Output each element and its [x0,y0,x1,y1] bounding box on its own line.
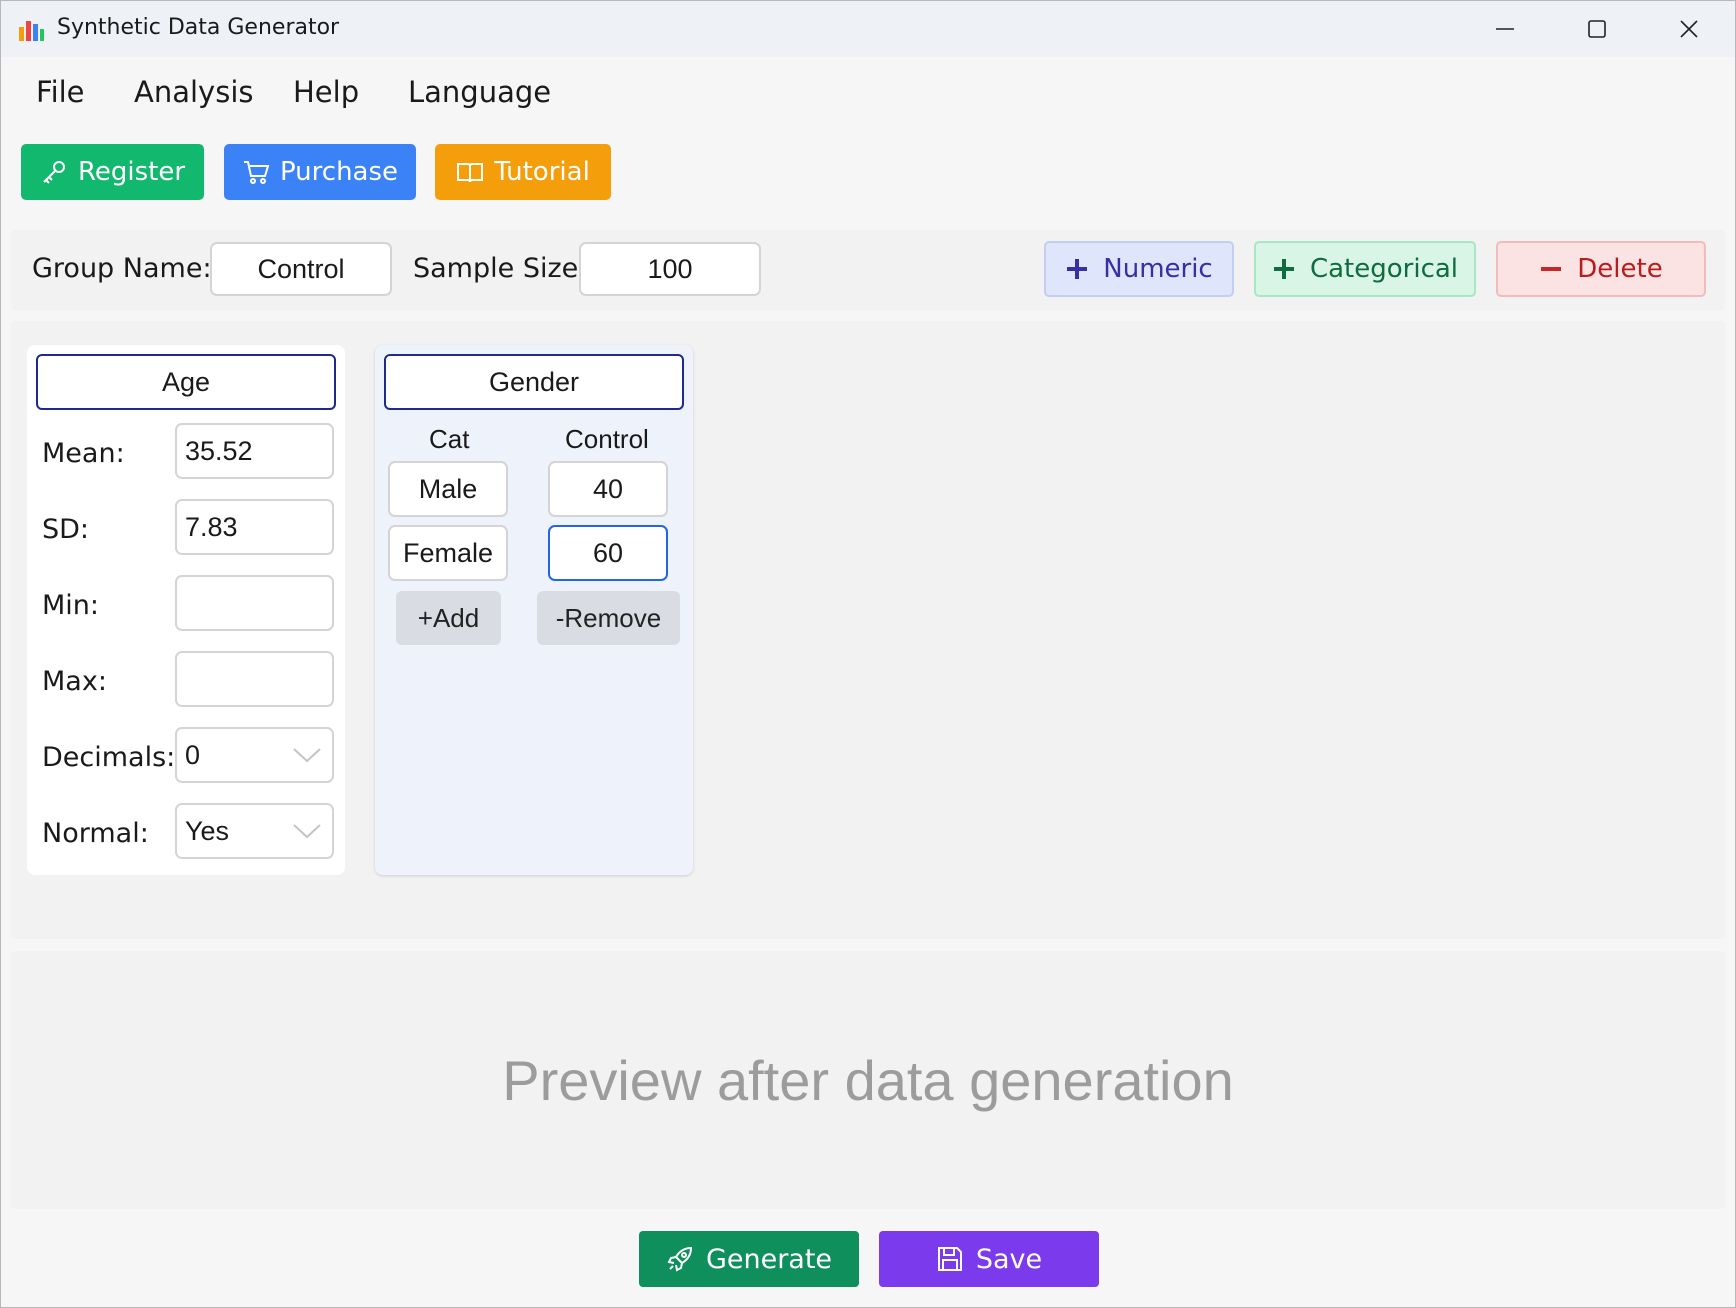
minimize-button[interactable] [1459,1,1551,57]
variable-name-input[interactable]: Age [36,354,336,410]
group-name-label: Group Name: [32,253,212,284]
mean-input[interactable]: 35.52 [175,423,334,479]
generate-label: Generate [705,1243,833,1275]
category-input[interactable]: Male [388,461,508,517]
maximize-button[interactable] [1551,1,1643,57]
sd-input[interactable]: 7.83 [175,499,334,555]
menu-bar: File Analysis Help Language [1,57,1735,127]
category-column-header: Cat [429,424,470,454]
menu-help[interactable]: Help [293,75,359,109]
sd-label: SD: [42,514,90,545]
add-numeric-label: Numeric [1103,254,1213,284]
generate-button[interactable]: Generate [639,1231,859,1287]
register-button[interactable]: Register [21,144,204,200]
purchase-button[interactable]: Purchase [224,144,416,200]
menu-file[interactable]: File [36,75,85,109]
chevron-down-icon [293,748,321,763]
key-icon [43,161,65,184]
decimals-label: Decimals: [42,742,176,773]
normal-value: Yes [185,815,230,846]
title-bar: Synthetic Data Generator [1,1,1735,57]
add-numeric-button[interactable]: Numeric [1044,241,1234,297]
delete-button[interactable]: Delete [1496,241,1706,297]
max-label: Max: [42,666,107,697]
max-input[interactable] [175,651,334,707]
window-title: Synthetic Data Generator [57,15,340,40]
min-input[interactable] [175,575,334,631]
cart-icon [243,161,270,184]
plus-icon [1067,259,1088,279]
maximize-icon [1588,20,1606,38]
rocket-icon [667,1246,692,1272]
floppy-disk-icon [937,1247,962,1271]
menu-language[interactable]: Language [408,75,551,109]
category-count-input[interactable]: 60 [548,525,668,581]
sample-size-label: Sample Size: [413,253,588,284]
delete-label: Delete [1577,254,1663,284]
preview-panel: Preview after data generation [11,951,1725,1209]
chevron-down-icon [293,824,321,839]
tutorial-label: Tutorial [494,157,590,187]
menu-analysis[interactable]: Analysis [134,75,253,109]
add-categorical-button[interactable]: Categorical [1254,241,1476,297]
app-window: Synthetic Data Generator File Analysis H… [0,0,1736,1308]
preview-placeholder: Preview after data generation [502,1048,1234,1112]
group-column-header: Control [565,424,649,454]
close-icon [1680,20,1698,38]
register-label: Register [77,157,186,187]
decimals-select[interactable]: 0 [175,727,334,783]
category-count-input[interactable]: 40 [548,461,668,517]
close-button[interactable] [1643,1,1735,57]
plus-icon [1273,259,1294,279]
remove-category-button[interactable]: -Remove [537,591,680,645]
book-icon [457,163,484,183]
category-input[interactable]: Female [388,525,508,581]
decimals-value: 0 [185,739,201,770]
add-category-button[interactable]: +Add [396,591,501,645]
variable-name-input[interactable]: Gender [384,354,684,410]
save-button[interactable]: Save [879,1231,1099,1287]
min-label: Min: [42,590,100,621]
bar-chart-icon [19,21,44,41]
group-name-input[interactable]: Control [210,242,392,296]
save-label: Save [975,1243,1043,1275]
minus-icon [1541,267,1562,271]
sample-size-input[interactable]: 100 [579,242,761,296]
mean-label: Mean: [42,438,125,469]
add-categorical-label: Categorical [1309,254,1459,284]
normal-label: Normal: [42,818,149,849]
minimize-icon [1496,28,1514,30]
tutorial-button[interactable]: Tutorial [435,144,611,200]
purchase-label: Purchase [279,157,399,187]
normal-select[interactable]: Yes [175,803,334,859]
